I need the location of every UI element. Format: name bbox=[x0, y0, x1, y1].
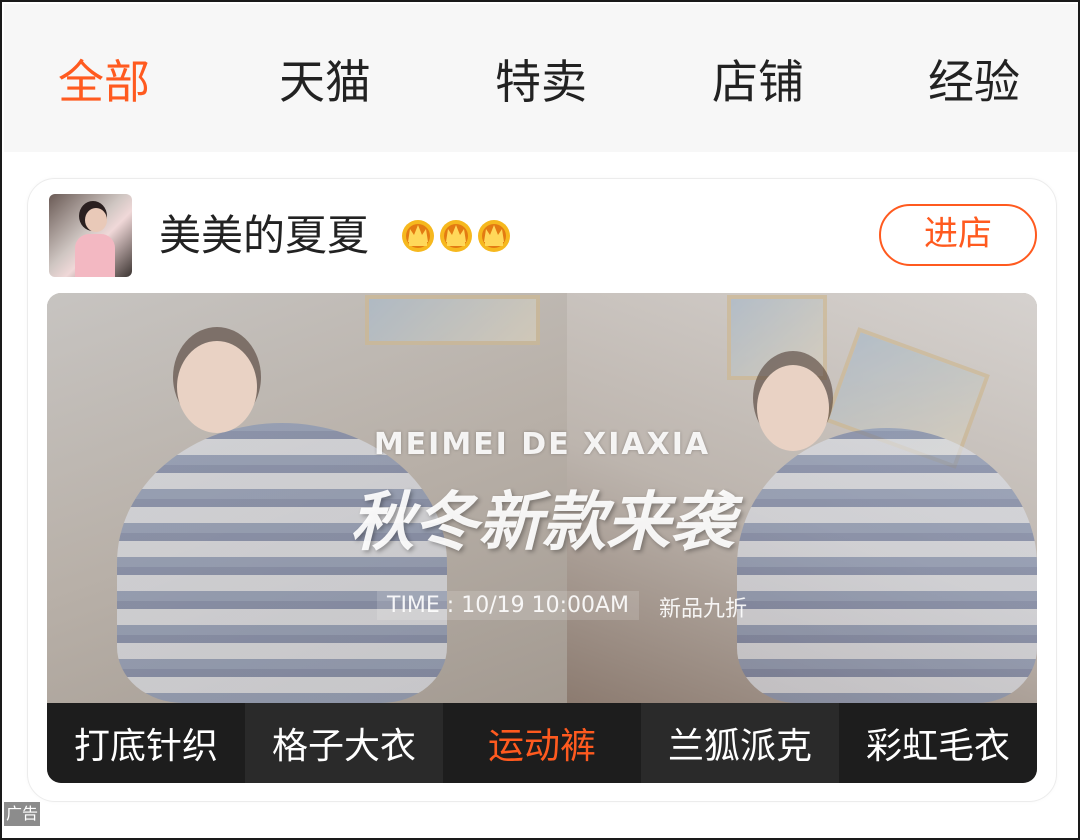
ad-label: 广告 bbox=[4, 802, 40, 826]
tab-tmall[interactable]: 天猫 bbox=[279, 54, 371, 110]
enter-shop-button[interactable]: 进店 bbox=[879, 204, 1037, 266]
category-base-knit[interactable]: 打底针织 bbox=[47, 703, 245, 783]
banner-model-left bbox=[117, 423, 447, 703]
crown-icon bbox=[440, 220, 472, 252]
banner-model-left-head bbox=[177, 341, 257, 433]
category-sweatpants[interactable]: 运动裤 bbox=[443, 703, 641, 783]
tab-all[interactable]: 全部 bbox=[58, 54, 150, 110]
shop-name[interactable]: 美美的夏夏 bbox=[159, 209, 369, 263]
shop-level-crowns bbox=[400, 215, 512, 255]
shop-banner[interactable]: MEIMEI DE XIAXIA 秋冬新款来袭 TIME : 10/19 10:… bbox=[47, 293, 1037, 783]
category-parka[interactable]: 兰狐派克 bbox=[641, 703, 839, 783]
crown-icon bbox=[478, 220, 510, 252]
banner-title-en: MEIMEI DE XIAXIA bbox=[373, 427, 711, 462]
tab-bar: 全部 天猫 特卖 店铺 经验 bbox=[4, 4, 1078, 152]
banner-promo: 新品九折 bbox=[659, 597, 748, 622]
banner-time: TIME : 10/19 10:00AM bbox=[377, 591, 640, 620]
shop-card[interactable]: 美美的夏夏 进店 MEIMEI DE XIAXIA 秋冬新款来袭 TIME: … bbox=[27, 178, 1057, 802]
avatar-head bbox=[85, 208, 107, 232]
banner-model-right bbox=[737, 428, 1037, 703]
category-bar: 打底针织 格子大衣 运动裤 兰狐派克 彩虹毛衣 bbox=[47, 703, 1037, 783]
search-results-frame: 全部 天猫 特卖 店铺 经验 美美的夏夏 进店 MEIMEI DE XIAXIA… bbox=[0, 0, 1080, 840]
category-rainbow-sweater[interactable]: 彩虹毛衣 bbox=[839, 703, 1037, 783]
tab-experience[interactable]: 经验 bbox=[928, 54, 1020, 110]
category-plaid-coat[interactable]: 格子大衣 bbox=[245, 703, 443, 783]
crown-icon bbox=[402, 220, 434, 252]
tab-shops[interactable]: 店铺 bbox=[712, 54, 804, 110]
shop-avatar[interactable] bbox=[49, 194, 132, 277]
avatar-body bbox=[75, 234, 115, 277]
banner-title-cn: 秋冬新款来袭 bbox=[350, 486, 734, 560]
banner-wall-art bbox=[727, 295, 827, 380]
tab-special-sale[interactable]: 特卖 bbox=[495, 54, 587, 110]
banner-wall-art bbox=[365, 295, 540, 345]
